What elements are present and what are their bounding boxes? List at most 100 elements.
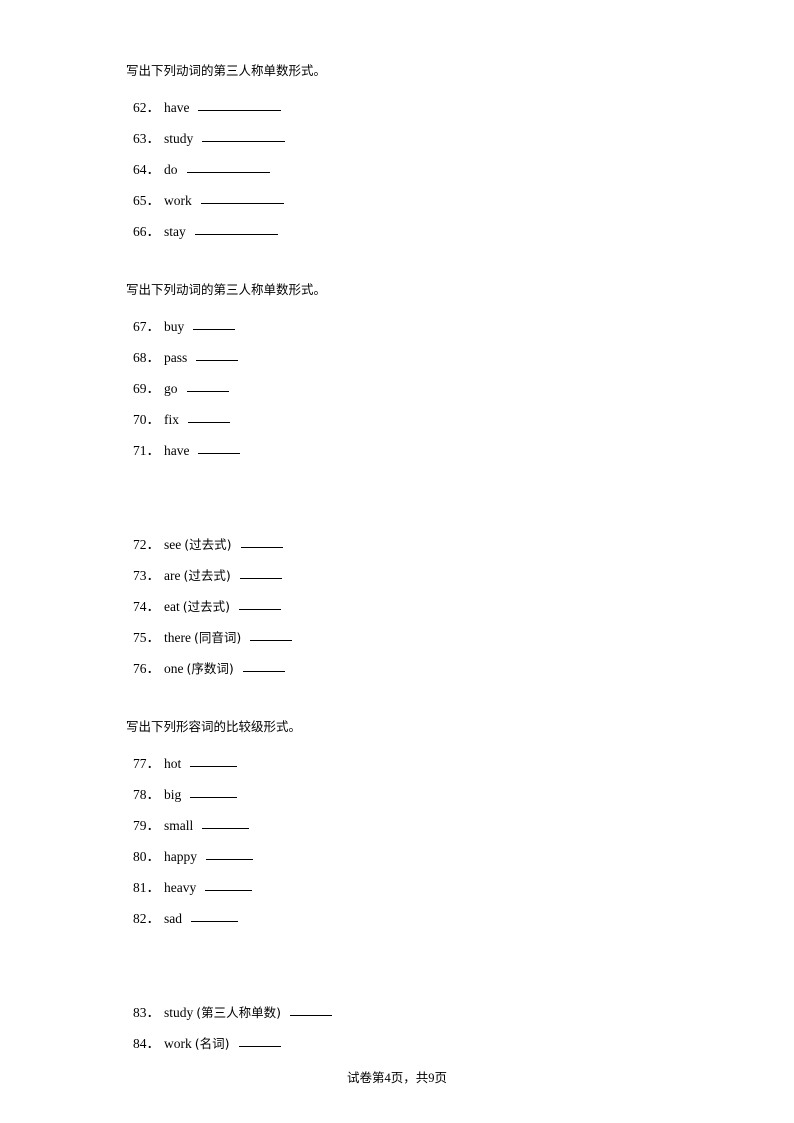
- question-word: have: [164, 100, 190, 115]
- question-item: 72． see (过去式): [126, 529, 686, 560]
- answer-blank[interactable]: [190, 753, 238, 767]
- question-word: work: [164, 1036, 192, 1051]
- question-item: 69． go: [126, 373, 686, 404]
- question-item: 64． do: [126, 154, 686, 185]
- answer-blank[interactable]: [196, 347, 239, 361]
- question-number: 72．: [133, 537, 160, 552]
- question-item: 62． have: [126, 92, 686, 123]
- question-item: 65． work: [126, 185, 686, 216]
- question-number: 75．: [133, 630, 160, 645]
- question-item: 77． hot: [126, 748, 686, 779]
- question-list: 62． have 63． study 64． do 65． work 66． stay: [126, 92, 686, 247]
- question-hint: (名词): [194, 1036, 230, 1051]
- answer-blank[interactable]: [239, 596, 282, 610]
- answer-blank[interactable]: [202, 128, 286, 142]
- question-number: 76．: [133, 661, 160, 676]
- question-word: do: [164, 162, 178, 177]
- question-item: 84． work (名词): [126, 1028, 686, 1059]
- question-list: 67． buy 68． pass 69． go 70． fix 71． have: [126, 311, 686, 466]
- question-item: 81． heavy: [126, 872, 686, 903]
- answer-blank[interactable]: [250, 627, 293, 641]
- exam-page: 写出下列动词的第三人称单数形式。 62． have 63． study 64． do 65． w…: [0, 0, 794, 1123]
- question-item: 83． study (第三人称单数): [126, 997, 686, 1028]
- question-list: 77． hot 78． big 79． small 80． happy 81． heavy 82． s…: [126, 748, 686, 934]
- question-item: 66． stay: [126, 216, 686, 247]
- question-number: 77．: [133, 756, 160, 771]
- answer-blank[interactable]: [190, 784, 238, 798]
- page-footer: 试卷第4页，共9页: [0, 1069, 794, 1087]
- answer-blank[interactable]: [193, 316, 236, 330]
- question-word: stay: [164, 224, 186, 239]
- question-hint: (过去式): [182, 599, 231, 614]
- question-word: see: [164, 537, 182, 552]
- question-word: hot: [164, 756, 182, 771]
- question-section: 83． study (第三人称单数) 84． work (名词): [126, 997, 686, 1059]
- question-number: 66．: [133, 224, 160, 239]
- question-number: 69．: [133, 381, 160, 396]
- question-item: 80． happy: [126, 841, 686, 872]
- answer-blank[interactable]: [198, 97, 282, 111]
- question-hint: (同音词): [193, 630, 242, 645]
- question-word: work: [164, 193, 192, 208]
- page-content: 写出下列动词的第三人称单数形式。 62． have 63． study 64． do 65． w…: [126, 62, 686, 1059]
- answer-blank[interactable]: [200, 190, 284, 204]
- answer-blank[interactable]: [186, 378, 229, 392]
- answer-blank[interactable]: [242, 658, 285, 672]
- answer-blank[interactable]: [238, 1033, 281, 1047]
- question-word: heavy: [164, 880, 197, 895]
- question-item: 73． are (过去式): [126, 560, 686, 591]
- question-number: 65．: [133, 193, 160, 208]
- answer-blank[interactable]: [194, 221, 278, 235]
- answer-blank[interactable]: [239, 565, 282, 579]
- question-word: small: [164, 818, 194, 833]
- question-item: 76． one (序数词): [126, 653, 686, 684]
- question-word: study: [164, 1005, 194, 1020]
- question-hint: (第三人称单数): [196, 1005, 282, 1020]
- question-word: eat: [164, 599, 180, 614]
- question-item: 63． study: [126, 123, 686, 154]
- question-number: 74．: [133, 599, 160, 614]
- question-item: 74． eat (过去式): [126, 591, 686, 622]
- answer-blank[interactable]: [186, 159, 270, 173]
- question-list: 83． study (第三人称单数) 84． work (名词): [126, 997, 686, 1059]
- answer-blank[interactable]: [240, 534, 283, 548]
- answer-blank[interactable]: [290, 1002, 333, 1016]
- question-number: 73．: [133, 568, 160, 583]
- footer-middle: 页，共: [390, 1070, 429, 1085]
- answer-blank[interactable]: [198, 440, 241, 454]
- question-number: 81．: [133, 880, 160, 895]
- answer-blank[interactable]: [188, 409, 230, 423]
- question-hint: (过去式): [183, 568, 231, 583]
- question-section: 72． see (过去式) 73． are (过去式) 74． eat (过去式) 75． ther…: [126, 529, 686, 684]
- question-number: 82．: [133, 911, 160, 926]
- answer-blank[interactable]: [191, 908, 238, 922]
- answer-blank[interactable]: [205, 877, 253, 891]
- question-number: 83．: [133, 1005, 160, 1020]
- answer-blank[interactable]: [202, 815, 250, 829]
- section-heading: 写出下列形容词的比较级形式。: [126, 719, 302, 734]
- question-number: 67．: [133, 319, 160, 334]
- section-heading: 写出下列动词的第三人称单数形式。: [126, 63, 327, 78]
- question-item: 70． fix: [126, 404, 686, 435]
- question-hint: (过去式): [184, 537, 232, 552]
- question-item: 79． small: [126, 810, 686, 841]
- question-word: there: [164, 630, 191, 645]
- question-word: go: [164, 381, 178, 396]
- question-item: 82． sad: [126, 903, 686, 934]
- question-word: fix: [164, 412, 179, 427]
- question-hint: (序数词): [186, 661, 234, 676]
- question-word: study: [164, 131, 194, 146]
- question-number: 84．: [133, 1036, 160, 1051]
- answer-blank[interactable]: [206, 846, 253, 860]
- question-item: 78． big: [126, 779, 686, 810]
- question-section: 写出下列形容词的比较级形式。 77． hot 78． big 79． small 80． hap…: [126, 718, 686, 934]
- question-number: 62．: [133, 100, 160, 115]
- question-number: 79．: [133, 818, 160, 833]
- question-item: 75． there (同音词): [126, 622, 686, 653]
- question-word: buy: [164, 319, 185, 334]
- question-number: 64．: [133, 162, 160, 177]
